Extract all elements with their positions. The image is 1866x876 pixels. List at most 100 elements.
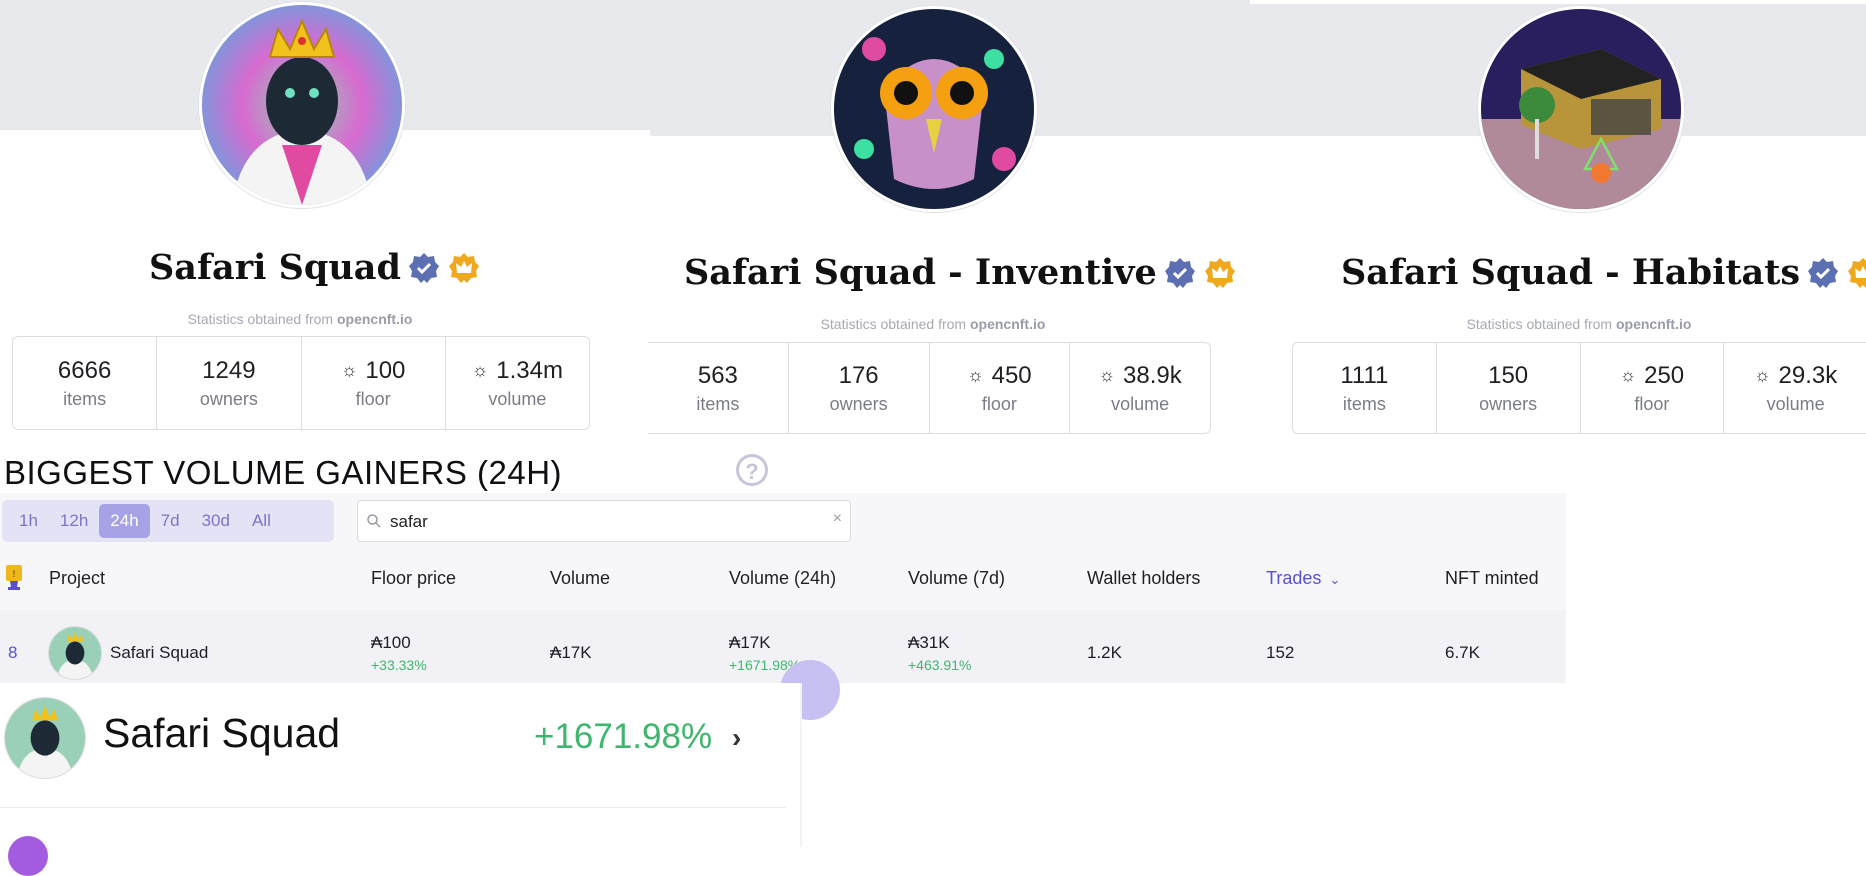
rank-number: 8 (8, 643, 18, 662)
verified-badge-icon (408, 252, 439, 283)
search-input[interactable] (388, 509, 812, 535)
stat-value: 100 (365, 356, 406, 384)
gainer-name: Safari Squad (103, 710, 341, 756)
stat-label: floor (355, 388, 391, 409)
column-header-nft-minted[interactable]: NFT minted (1445, 568, 1539, 589)
close-icon[interactable]: × (833, 510, 842, 528)
range-30d[interactable]: 30d (191, 504, 241, 538)
svg-text:!: ! (12, 569, 16, 580)
collection-name: Safari Squad - Inventive (684, 252, 1157, 293)
stats-bar: 1111 items 150 owners ☼ 250 floor ☼ 29.3k volu… (1292, 342, 1866, 434)
stat-label: owners (1479, 393, 1538, 414)
collection-avatar-gorilla (199, 2, 405, 208)
cardano-icon: ☼ (471, 360, 489, 380)
range-all[interactable]: All (241, 504, 282, 538)
collection-name: Safari Squad (149, 247, 401, 288)
column-header-volume-24h[interactable]: Volume (24h) (729, 568, 836, 589)
stat-items: 1111 items (1293, 343, 1437, 433)
stats-bar: 6666 items 1249 owners ☼ 100 floor ☼ 1.34m vol… (12, 336, 590, 430)
stat-value: 1111 (1340, 361, 1389, 389)
stat-owners: 1249 owners (157, 337, 302, 429)
search-icon (367, 514, 381, 528)
range-12h[interactable]: 12h (49, 504, 99, 538)
crown-badge-icon (448, 252, 479, 283)
collection-title[interactable]: Safari Squad - Inventive (684, 252, 1237, 293)
column-header-volume[interactable]: Volume (550, 568, 610, 589)
column-header-trades[interactable]: Trades ⌄ (1266, 568, 1340, 589)
stat-floor: ☼ 450 floor (930, 343, 1071, 433)
project-name[interactable]: Safari Squad (110, 643, 208, 663)
collection-title[interactable]: Safari Squad - Habitats (1341, 252, 1866, 293)
stat-label: items (1342, 393, 1386, 414)
chevron-down-icon: ⌄ (1329, 572, 1341, 587)
stat-label: volume (1766, 393, 1825, 414)
cardano-icon: ☼ (967, 365, 984, 385)
stat-label: floor (1634, 393, 1670, 414)
collection-name: Safari Squad - Habitats (1341, 252, 1801, 293)
gainer-change: +1671.98% (534, 717, 713, 756)
source-link[interactable]: opencnft.io (1616, 316, 1691, 332)
cell-nft-minted: 6.7K (1445, 643, 1480, 662)
chevron-right-icon[interactable]: › (732, 722, 741, 754)
cell-wallet-holders: 1.2K (1087, 643, 1122, 662)
source-prefix: Statistics obtained from (820, 316, 967, 332)
volume-7d-change: +463.91% (908, 657, 972, 673)
stat-owners: 150 owners (1437, 343, 1581, 433)
stat-label: owners (199, 388, 258, 409)
gainer-avatar (4, 697, 86, 779)
source-link[interactable]: opencnft.io (970, 316, 1045, 332)
source-link[interactable]: opencnft.io (337, 311, 412, 327)
range-7d[interactable]: 7d (150, 504, 191, 538)
stat-value: 176 (838, 361, 879, 389)
volume-7d-value: ₳31K (908, 633, 950, 652)
column-header-trades-label: Trades (1266, 568, 1322, 588)
verified-badge-icon (1164, 257, 1195, 288)
column-header-wallet-holders[interactable]: Wallet holders (1087, 568, 1200, 589)
cardano-icon: ☼ (340, 360, 358, 380)
gainer-card[interactable] (0, 683, 802, 847)
stat-floor: ☼ 250 floor (1581, 343, 1725, 433)
stats-source: Statistics obtained from opencnft.io (1459, 316, 1699, 332)
card-divider-right (800, 683, 802, 847)
stat-value: 250 (1644, 361, 1685, 389)
search-box: × (357, 500, 851, 542)
volume-24h-value: ₳17K (729, 633, 771, 652)
banner-3-topline (1250, 0, 1866, 4)
stat-volume: ☼ 38.9k volume (1070, 343, 1210, 433)
stat-label: items (63, 388, 107, 409)
stat-value: 29.3k (1778, 361, 1838, 389)
collection-avatar-owl (831, 6, 1037, 212)
range-1h[interactable]: 1h (8, 504, 49, 538)
cell-trades: 152 (1266, 643, 1295, 662)
collection-title[interactable]: Safari Squad (149, 247, 481, 288)
stat-value: 1.34m (496, 356, 563, 384)
stat-label: items (696, 393, 740, 414)
stat-label: volume (488, 388, 547, 409)
stat-value: 150 (1488, 361, 1529, 389)
source-prefix: Statistics obtained from (187, 311, 334, 327)
cardano-icon: ☼ (1098, 365, 1116, 385)
range-24h[interactable]: 24h (99, 504, 150, 538)
column-header-project[interactable]: Project (49, 568, 105, 589)
help-icon[interactable]: ? (736, 454, 768, 486)
crown-badge-icon (1848, 257, 1866, 288)
crown-badge-icon (1204, 257, 1235, 288)
trophy-icon[interactable]: ! (4, 565, 24, 591)
stat-items: 563 items (648, 343, 789, 433)
cell-floor-price: ₳100 +33.33% (371, 633, 427, 673)
stat-volume: ☼ 29.3k volume (1724, 343, 1866, 433)
column-header-floor-price[interactable]: Floor price (371, 568, 456, 589)
time-range-selector: 1h 12h 24h 7d 30d All (2, 500, 334, 542)
column-header-volume-7d[interactable]: Volume (7d) (908, 568, 1005, 589)
stat-value: 38.9k (1123, 361, 1182, 389)
gainers-title: BIGGEST VOLUME GAINERS (24H) (4, 454, 563, 491)
stat-value: 563 (697, 361, 738, 389)
stats-source: Statistics obtained from opencnft.io (180, 311, 420, 327)
stat-value: 1249 (202, 356, 256, 384)
cardano-icon: ☼ (1754, 365, 1771, 385)
project-avatar (48, 626, 102, 680)
stat-label: volume (1111, 393, 1170, 414)
stats-source: Statistics obtained from opencnft.io (813, 316, 1053, 332)
stat-floor: ☼ 100 floor (302, 337, 446, 429)
floor-price-value: ₳100 (371, 633, 411, 652)
